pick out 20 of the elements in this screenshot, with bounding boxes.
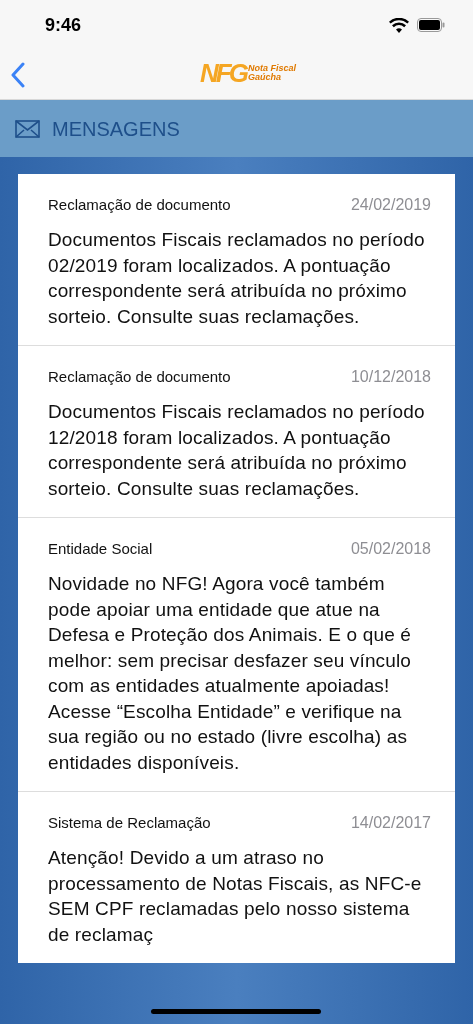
message-category: Sistema de Reclamação xyxy=(48,813,211,833)
message-date: 14/02/2017 xyxy=(350,813,431,833)
message-category: Reclamação de documento xyxy=(48,195,231,215)
message-body: Novidade no NFG! Agora você também pode apoiar uma entidade que atue na Defesa e Proteção dos Animais. E o que é melhor: sem precisar desfazer seu vínculo com as entidades atualmente apoiadas! Acesse “Escolha Entidade” e verifique na sua região ou no estado (livre escolha) as entidades disponíveis. xyxy=(48,572,413,775)
battery-icon xyxy=(417,18,445,32)
message-body: Documentos Fiscais reclamados no período 12/2018 foram localizados. A pontuação correspondente será atribuída no próximo sorteio. Consulte suas reclamações. xyxy=(48,400,426,501)
message-date: 10/12/2018 xyxy=(350,367,431,387)
message-body: Atenção! Devido a um atraso no processamento de Notas Fiscais, as NFC-e SEM CPF reclamadas pelo nosso sistema de reclamaç xyxy=(48,846,423,947)
envelope-icon xyxy=(15,119,40,138)
message-item[interactable]: Sistema de Reclamação 14/02/2017 Atenção! Devido a um atraso no processamento de Notas Fiscais, as NFC-e SEM CPF reclamadas pelo nosso sistema de reclamaç xyxy=(18,792,455,963)
message-body: Documentos Fiscais reclamados no período 02/2019 foram localizados. A pontuação correspondente será atribuída no próximo sorteio. Consulte suas reclamações. xyxy=(48,228,426,329)
message-category: Entidade Social xyxy=(48,539,153,559)
wifi-icon xyxy=(389,17,409,33)
status-time: 9:46 xyxy=(45,13,82,37)
section-title: MENSAGENS xyxy=(52,116,180,142)
message-category: Reclamação de documento xyxy=(48,367,231,387)
message-item[interactable]: Reclamação de documento 24/02/2019 Documentos Fiscais reclamados no período 02/2019 foram localizados. A pontuação correspondente será atribuída no próximo sorteio. Consulte suas reclamações. xyxy=(18,174,455,346)
message-date: 05/02/2018 xyxy=(350,539,431,559)
message-date: 24/02/2019 xyxy=(350,195,431,215)
message-item[interactable]: Reclamação de documento 10/12/2018 Documentos Fiscais reclamados no período 12/2018 foram localizados. A pontuação correspondente será atribuída no próximo sorteio. Consulte suas reclamações. xyxy=(18,346,455,518)
